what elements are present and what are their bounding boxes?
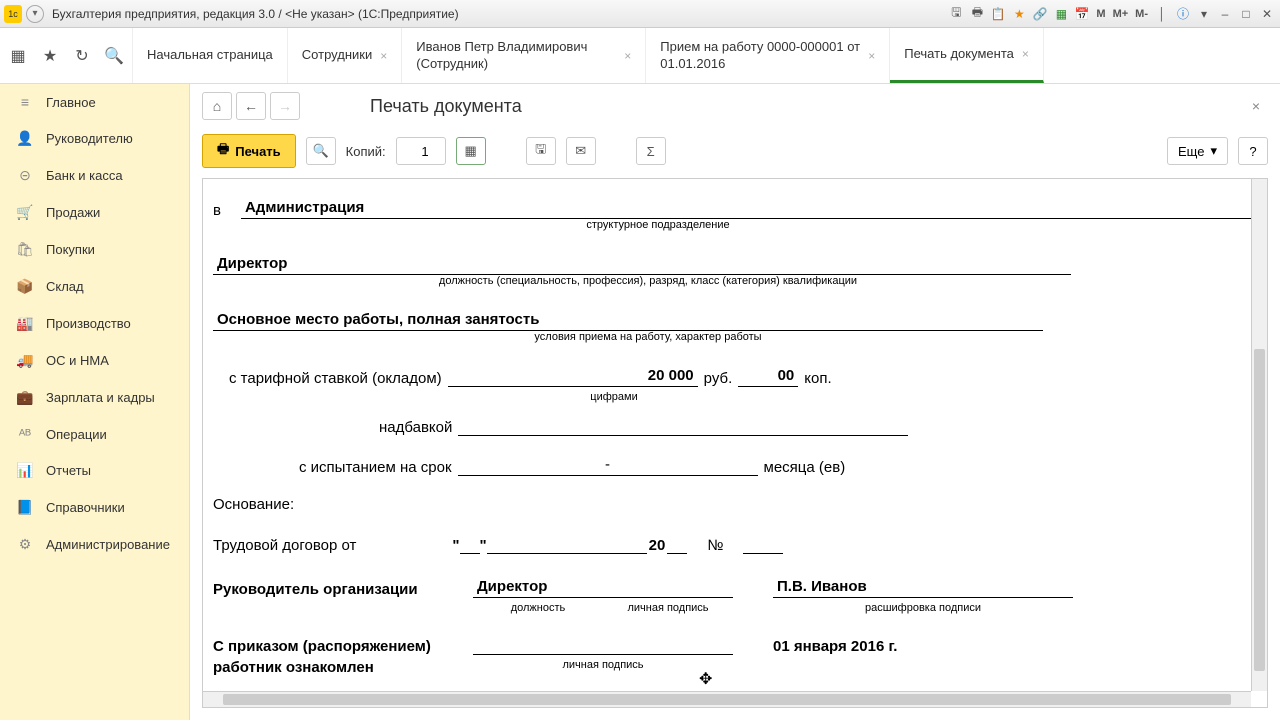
calendar-icon[interactable]: 📅	[1073, 5, 1091, 23]
bag-icon: 🛍	[16, 241, 34, 258]
tab-employees[interactable]: Сотрудники×	[288, 28, 402, 83]
email-button[interactable]: ✉	[566, 137, 596, 165]
chart-icon: 📊	[16, 462, 34, 479]
content-header: ⌂ ← → Печать документа ×	[190, 84, 1280, 128]
sidebar-item-warehouse[interactable]: 📦Склад	[0, 268, 189, 305]
tabbar: ▦ ★ ↻ 🔍 Начальная страница Сотрудники× И…	[0, 28, 1280, 84]
sidebar-item-manager[interactable]: 👤Руководителю	[0, 120, 189, 157]
sidebar-item-reports[interactable]: 📊Отчеты	[0, 452, 189, 489]
close-icon[interactable]: ×	[1022, 47, 1029, 61]
sum-button[interactable]: Σ	[636, 137, 666, 165]
forward-button[interactable]: →	[270, 92, 300, 120]
employment-field: Основное место работы, полная занятость …	[213, 311, 1253, 343]
truck-icon: 🚚	[16, 352, 34, 369]
dropdown-icon[interactable]: ▾	[26, 5, 44, 23]
tab-print[interactable]: Печать документа×	[890, 28, 1044, 83]
preview-button[interactable]: 🔍	[306, 137, 336, 165]
chevron-down-icon: ▾	[1210, 143, 1217, 159]
search-icon[interactable]: 🔍	[104, 46, 124, 66]
box-icon: 📦	[16, 278, 34, 295]
minimize-button[interactable]: –	[1216, 5, 1234, 23]
close-button[interactable]: ✕	[1258, 5, 1276, 23]
sidebar-item-operations[interactable]: ᴬᴮОперации	[0, 416, 189, 452]
sidebar-item-purchases[interactable]: 🛍Покупки	[0, 231, 189, 268]
sidebar-item-bank[interactable]: ⊝Банк и касса	[0, 157, 189, 194]
history-icon[interactable]: ↻	[72, 46, 92, 66]
horizontal-scrollbar[interactable]	[203, 691, 1251, 707]
sidebar-item-sales[interactable]: 🛒Продажи	[0, 194, 189, 231]
more-button[interactable]: Еще ▾	[1167, 137, 1228, 165]
calc-icon[interactable]: ▦	[1052, 5, 1070, 23]
close-icon[interactable]: ×	[624, 49, 631, 63]
toolbar: 🖶 Печать 🔍 Копий: ▦ 🖫 ✉ Σ Еще ▾ ?	[190, 128, 1280, 174]
book-icon: 📘	[16, 499, 34, 516]
document-area[interactable]: в Администрация структурное подразделени…	[202, 178, 1268, 708]
save-doc-button[interactable]: 🖫	[526, 137, 556, 165]
close-icon[interactable]: ×	[868, 49, 875, 63]
help-button[interactable]: ?	[1238, 137, 1268, 165]
clipboard-icon[interactable]: 📋	[989, 5, 1007, 23]
main: ≡Главное 👤Руководителю ⊝Банк и касса 🛒Пр…	[0, 84, 1280, 720]
salary-block: с тарифной ставкой (окладом) 20 000 руб.…	[229, 367, 1253, 476]
apps-icon[interactable]: ▦	[8, 46, 28, 66]
spreadsheet-button[interactable]: ▦	[456, 137, 486, 165]
close-icon[interactable]: ×	[380, 49, 387, 63]
cursor-icon: ✥	[699, 669, 712, 689]
sidebar-item-assets[interactable]: 🚚ОС и НМА	[0, 342, 189, 379]
maximize-button[interactable]: □	[1237, 5, 1255, 23]
menu-icon: ≡	[16, 94, 34, 110]
window-title: Бухгалтерия предприятия, редакция 3.0 / …	[52, 7, 947, 21]
m-button[interactable]: M	[1094, 5, 1107, 23]
ops-icon: ᴬᴮ	[16, 426, 34, 442]
m-minus-button[interactable]: M-	[1133, 5, 1150, 23]
basis-label: Основание:	[213, 496, 1253, 513]
sidebar-item-main[interactable]: ≡Главное	[0, 84, 189, 120]
m-plus-button[interactable]: M+	[1111, 5, 1131, 23]
content: ⌂ ← → Печать документа × 🖶 Печать 🔍 Копи…	[190, 84, 1280, 720]
link-icon[interactable]: 🔗	[1031, 5, 1049, 23]
titlebar-tools: 🖫 🖶 📋 ★ 🔗 ▦ 📅 M M+ M- │ ⓘ ▾ – □ ✕	[947, 5, 1276, 23]
gear-icon: ⚙	[16, 536, 34, 553]
sidebar-item-admin[interactable]: ⚙Администрирование	[0, 526, 189, 563]
page-title: Печать документа	[370, 96, 522, 117]
info-icon[interactable]: ⓘ	[1174, 5, 1192, 23]
titlebar: 1c ▾ Бухгалтерия предприятия, редакция 3…	[0, 0, 1280, 28]
position-field: Директор должность (специальность, профе…	[213, 255, 1253, 287]
favorite-icon[interactable]: ★	[40, 46, 60, 66]
copies-input[interactable]	[396, 137, 446, 165]
print-button[interactable]: 🖶 Печать	[202, 134, 296, 168]
dropdown2-icon[interactable]: ▾	[1195, 5, 1213, 23]
print-icon[interactable]: 🖶	[968, 5, 986, 23]
save-icon[interactable]: 🖫	[947, 5, 965, 23]
factory-icon: 🏭	[16, 315, 34, 332]
home-button[interactable]: ⌂	[202, 92, 232, 120]
sidebar-item-production[interactable]: 🏭Производство	[0, 305, 189, 342]
separator: │	[1153, 5, 1171, 23]
coin-icon: ⊝	[16, 167, 34, 184]
tabbar-tools: ▦ ★ ↻ 🔍	[0, 28, 133, 83]
nav-buttons: ⌂ ← →	[202, 92, 300, 120]
back-button[interactable]: ←	[236, 92, 266, 120]
signature-block: Руководитель организации Директор П.В. И…	[213, 578, 1253, 614]
sidebar-item-hr[interactable]: 💼Зарплата и кадры	[0, 379, 189, 416]
contract-row: Трудовой договор от " " 20 №	[213, 537, 1253, 554]
printer-icon: 🖶	[217, 140, 229, 162]
close-page-button[interactable]: ×	[1252, 98, 1268, 114]
tab-employee-card[interactable]: Иванов Петр Владимирович (Сотрудник)×	[402, 28, 646, 83]
acknowledgment-block: С приказом (распоряжением) 01 января 201…	[213, 638, 1253, 676]
department-field: в Администрация структурное подразделени…	[213, 199, 1253, 231]
user-icon: 👤	[16, 130, 34, 147]
tab-home[interactable]: Начальная страница	[133, 28, 288, 83]
cart-icon: 🛒	[16, 204, 34, 221]
sidebar-item-catalogs[interactable]: 📘Справочники	[0, 489, 189, 526]
vertical-scrollbar[interactable]	[1251, 179, 1267, 691]
star-icon[interactable]: ★	[1010, 5, 1028, 23]
copies-label: Копий:	[346, 144, 386, 159]
tab-hiring[interactable]: Прием на работу 0000-000001 от 01.01.201…	[646, 28, 890, 83]
app-icon: 1c	[4, 5, 22, 23]
briefcase-icon: 💼	[16, 389, 34, 406]
sidebar: ≡Главное 👤Руководителю ⊝Банк и касса 🛒Пр…	[0, 84, 190, 720]
